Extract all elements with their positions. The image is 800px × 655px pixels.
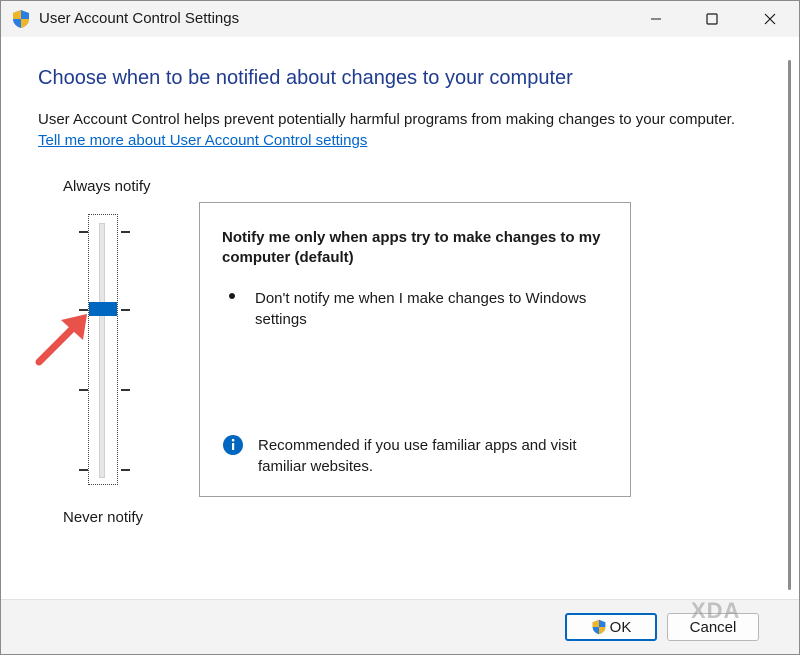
slider-tick	[79, 231, 88, 233]
slider-top-label: Always notify	[63, 178, 151, 195]
level-title: Notify me only when apps try to make cha…	[222, 229, 601, 266]
ok-label: OK	[609, 618, 632, 636]
uac-shield-icon	[592, 619, 606, 635]
minimize-icon	[651, 18, 661, 20]
slider-tick	[121, 231, 130, 233]
scrollbar-thumb[interactable]	[788, 60, 791, 590]
bullet-icon	[229, 293, 235, 299]
maximize-button[interactable]	[689, 1, 735, 37]
level-description-box: Notify me only when apps try to make cha…	[199, 202, 631, 497]
window-title: User Account Control Settings	[39, 10, 240, 27]
slider-tick	[121, 389, 130, 391]
slider-tick	[79, 389, 88, 391]
description-text: User Account Control helps prevent poten…	[38, 111, 736, 128]
learn-more-link[interactable]: Tell me more about User Account Control …	[38, 132, 367, 149]
info-icon	[223, 435, 243, 455]
watermark-logo: XDA	[691, 598, 741, 623]
uac-settings-window: User Account Control Settings Choose whe…	[0, 0, 800, 655]
red-arrow-annotation	[35, 314, 87, 366]
slider-tick	[121, 309, 130, 311]
slider-tick	[79, 469, 88, 471]
level-bullet-text: Don't notify me when I make changes to W…	[255, 290, 587, 328]
close-icon	[764, 13, 776, 25]
ok-button[interactable]: OK	[565, 613, 657, 641]
recommendation-text: Recommended if you use familiar apps and…	[258, 437, 577, 475]
close-button[interactable]	[747, 1, 793, 37]
slider-tick	[121, 469, 130, 471]
slider-track[interactable]	[99, 223, 105, 478]
maximize-icon	[706, 13, 718, 25]
title-bar: User Account Control Settings	[1, 1, 799, 37]
vertical-scrollbar[interactable]	[782, 38, 798, 599]
dialog-footer: OK Cancel	[1, 599, 799, 654]
page-heading: Choose when to be notified about changes…	[38, 67, 573, 89]
minimize-button[interactable]	[633, 1, 679, 37]
uac-shield-icon	[13, 10, 29, 28]
slider-bottom-label: Never notify	[63, 509, 144, 526]
